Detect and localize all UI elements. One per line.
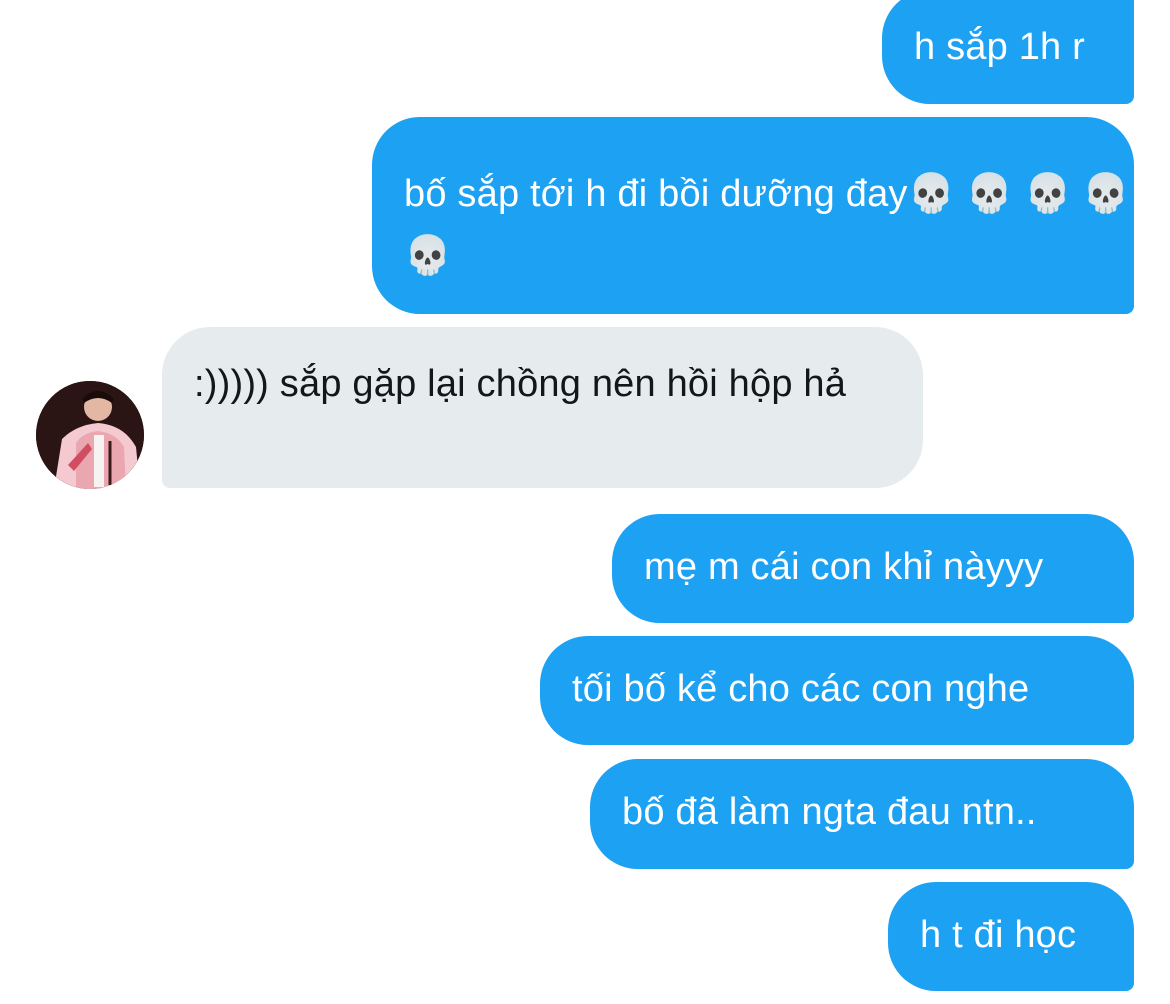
message-text: h t đi học <box>920 914 1077 956</box>
message-text: tối bố kể cho các con nghe <box>572 668 1030 710</box>
message-text: :))))) sắp gặp lại chồng nên hồi hộp hả <box>194 363 847 405</box>
avatar[interactable] <box>36 381 144 489</box>
message-bubble-outgoing[interactable]: h t đi học <box>888 882 1134 991</box>
message-text: h sắp 1h r <box>914 26 1085 68</box>
message-text: bố sắp tới h đi bồi dưỡng đay <box>404 173 908 215</box>
message-bubble-incoming[interactable]: :))))) sắp gặp lại chồng nên hồi hộp hả <box>162 327 923 488</box>
message-bubble-outgoing[interactable]: bố sắp tới h đi bồi dưỡng đay💀 💀 💀 💀 💀 <box>372 117 1134 314</box>
avatar-photo-icon <box>36 381 144 489</box>
message-bubble-outgoing[interactable]: mẹ m cái con khỉ nàyyy <box>612 514 1134 623</box>
message-text: mẹ m cái con khỉ nàyyy <box>644 546 1044 588</box>
message-bubble-outgoing[interactable]: h sắp 1h r <box>882 0 1134 104</box>
message-bubble-outgoing[interactable]: tối bố kể cho các con nghe <box>540 636 1134 745</box>
message-bubble-outgoing[interactable]: bố đã làm ngta đau ntn.. <box>590 759 1134 869</box>
message-text: bố đã làm ngta đau ntn.. <box>622 791 1037 833</box>
